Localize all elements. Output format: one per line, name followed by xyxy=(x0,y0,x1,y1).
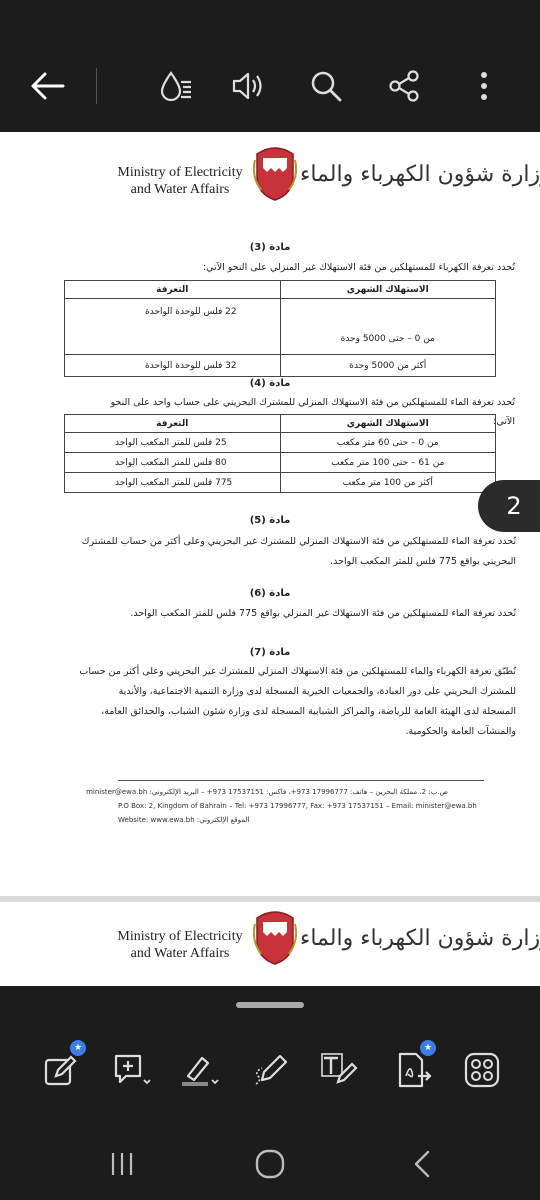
footer-english-contact: P.O Box: 2, Kingdom of Bahrain – Tel: +9… xyxy=(118,802,477,810)
bottom-toolbar: ★ ★ xyxy=(0,986,540,1106)
home-icon[interactable] xyxy=(246,1140,294,1188)
ministry-name-arabic: وزارة شؤون الكهرباء والماء xyxy=(300,162,540,187)
ministry-crest-icon xyxy=(253,147,297,201)
ministry-crest-icon xyxy=(253,911,297,965)
page-number-badge: 2 xyxy=(478,480,540,532)
article-5-line-1: تُحدد تعرفة الماء للمستهلكين من فئة الاس… xyxy=(81,536,516,547)
read-aloud-icon[interactable] xyxy=(222,60,274,112)
system-navigation-bar xyxy=(0,1106,540,1200)
table-cell: 775 فلس للمتر المكعب الواحد xyxy=(64,472,281,493)
star-badge-icon: ★ xyxy=(70,1040,86,1056)
article-6-line-1: تُحدد تعرفة الماء للمستهلكين من فئة الاس… xyxy=(130,608,516,619)
article-7-line-1: تُطبّق تعرفة الكهرباء والماء للمستهلكين … xyxy=(79,666,516,677)
table-cell: من 0 – حتى 5000 وحدة xyxy=(279,298,496,355)
footer-divider xyxy=(118,780,484,781)
table-cell: أكثر من 100 متر مكعب xyxy=(279,472,496,493)
toolbar-separator xyxy=(96,68,97,104)
share-icon[interactable] xyxy=(378,60,430,112)
article-7-line-2: للمشترك البحريني على دور العبادة، والجمع… xyxy=(118,686,516,697)
text-edit-icon[interactable] xyxy=(318,1048,362,1092)
ministry-name-arabic: وزارة شؤون الكهرباء والماء xyxy=(300,926,540,951)
column-header-tariff: التعرفة xyxy=(64,414,281,433)
back-arrow-icon[interactable] xyxy=(22,60,74,112)
article-7-line-4: والمنشآت العامة والحكومية. xyxy=(405,726,516,737)
drag-handle[interactable] xyxy=(236,1002,304,1008)
column-header-tariff: التعرفة xyxy=(64,280,281,299)
top-toolbar xyxy=(0,40,540,132)
document-page[interactable]: Ministry of Electricity and Water Affair… xyxy=(0,132,540,902)
water-tariff-table: الاستهلاك الشهري التعرفة من 0 – حتى 60 م… xyxy=(64,414,496,493)
more-options-icon[interactable] xyxy=(458,60,510,112)
article-5-line-2: البحريني بواقع 775 فلس للمتر المكعب الوا… xyxy=(330,556,516,567)
status-bar xyxy=(0,0,540,40)
table-cell: من 61 – حتى 100 متر مكعب xyxy=(279,452,496,473)
search-icon[interactable] xyxy=(300,60,352,112)
electricity-tariff-table: الاستهلاك الشهري التعرفة من 0 – حتى 5000… xyxy=(64,280,496,377)
article-5-title: مادة (5) xyxy=(249,515,291,526)
table-cell: 25 فلس للمتر المكعب الواحد xyxy=(64,432,281,453)
table-cell: من 0 – حتى 60 متر مكعب xyxy=(279,432,496,453)
draw-icon[interactable] xyxy=(250,1048,294,1092)
highlight-icon[interactable] xyxy=(178,1048,222,1092)
footer-arabic-contact: ص.ب: 2، مملكة البحرين – هاتف: 17996777 9… xyxy=(86,788,448,796)
recent-apps-icon[interactable] xyxy=(98,1140,146,1188)
reading-mode-icon[interactable] xyxy=(150,60,202,112)
table-cell: أكثر من 5000 وحدة xyxy=(279,354,496,377)
apps-grid-icon[interactable] xyxy=(460,1048,504,1092)
table-cell: 22 فلس للوحدة الواحدة xyxy=(64,298,281,355)
article-6-title: مادة (6) xyxy=(249,588,291,599)
column-header-consumption: الاستهلاك الشهري xyxy=(279,280,496,299)
star-badge-icon: ★ xyxy=(420,1040,436,1056)
ministry-name-english: Ministry of Electricity and Water Affair… xyxy=(117,165,243,197)
table-cell: 80 فلس للمتر المكعب الواحد xyxy=(64,452,281,473)
article-7-title: مادة (7) xyxy=(249,647,291,658)
article-7-line-3: المسجلة لدى الهيئة العامة للرياضة، والمر… xyxy=(101,706,516,717)
article-3-intro: تُحدد تعرفة الكهرباء للمستهلكين من فئة ا… xyxy=(202,262,515,273)
ministry-name-english: Ministry of Electricity and Water Affair… xyxy=(117,929,243,961)
table-cell: 32 فلس للوحدة الواحدة xyxy=(64,354,281,377)
footer-website: Website: www.ewa.bh :الموقع الإلكتروني xyxy=(118,816,250,824)
add-comment-icon[interactable] xyxy=(110,1048,154,1092)
back-icon[interactable] xyxy=(398,1140,446,1188)
article-4-title: مادة (4) xyxy=(249,378,291,389)
next-document-page[interactable]: Ministry of Electricity and Water Affair… xyxy=(0,902,540,986)
column-header-consumption: الاستهلاك الشهري xyxy=(279,414,496,433)
article-3-title: مادة (3) xyxy=(249,242,291,253)
